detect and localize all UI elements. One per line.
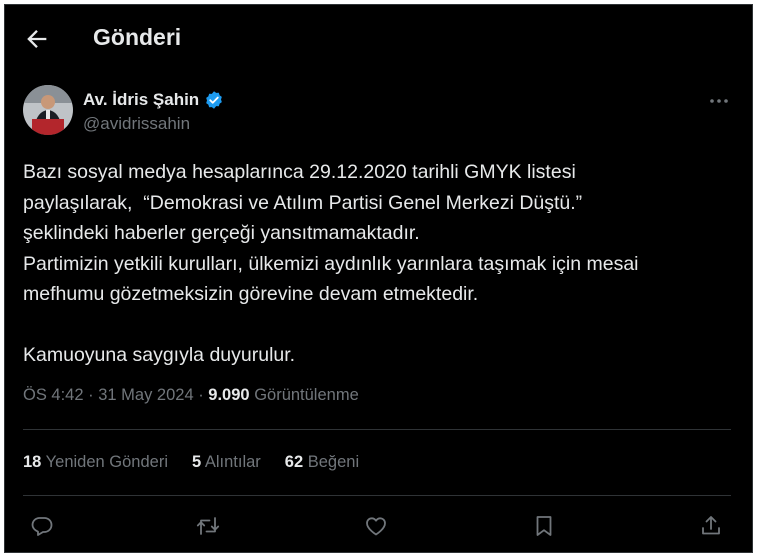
back-button[interactable]: [23, 25, 51, 53]
views-label: Görüntülenme: [254, 386, 359, 404]
reposts-stat[interactable]: 18 Yeniden Gönderi: [23, 453, 168, 472]
bookmark-icon: [536, 516, 552, 536]
likes-stat[interactable]: 62 Beğeni: [285, 453, 359, 472]
action-bar: [5, 510, 752, 542]
like-button[interactable]: [360, 510, 392, 542]
author-handle[interactable]: @avidrissahin: [83, 114, 190, 134]
post-detail-panel: Gönderi Av. İdris Şahin @avidrissahin Ba…: [4, 4, 753, 553]
page-title: Gönderi: [93, 24, 182, 50]
divider: [23, 429, 731, 430]
avatar-image: [23, 85, 73, 135]
repost-button[interactable]: [192, 510, 224, 542]
repost-icon: [196, 517, 220, 535]
likes-label: Beğeni: [307, 453, 360, 471]
views-count: 9.090: [208, 386, 250, 404]
quotes-label: Alıntılar: [204, 453, 261, 471]
post-text: Bazı sosyal medya hesaplarınca 29.12.202…: [23, 161, 639, 366]
meta-separator: ·: [83, 386, 99, 404]
quotes-stat[interactable]: 5 Alıntılar: [192, 453, 261, 472]
more-horizontal-icon: [710, 99, 728, 103]
author-display-name[interactable]: Av. İdris Şahin: [83, 90, 199, 110]
reply-icon: [31, 517, 53, 536]
heart-icon: [366, 517, 386, 536]
header: Gönderi: [5, 5, 752, 71]
meta-separator: ·: [193, 386, 209, 404]
reposts-label: Yeniden Gönderi: [45, 453, 168, 471]
post-date[interactable]: 31 May 2024: [98, 386, 193, 404]
divider: [23, 495, 731, 496]
reply-button[interactable]: [26, 510, 58, 542]
reposts-count: 18: [23, 453, 42, 471]
bookmark-button[interactable]: [528, 510, 560, 542]
author-name-row: Av. İdris Şahin: [83, 89, 224, 111]
post-time[interactable]: ÖS 4:42: [23, 386, 84, 404]
share-icon: [702, 516, 720, 535]
verified-badge-icon: [206, 91, 223, 109]
more-options-button[interactable]: [705, 91, 733, 111]
arrow-left-icon: [27, 30, 47, 48]
post-stats: 18 Yeniden Gönderi 5 Alıntılar 62 Beğeni: [23, 453, 383, 472]
share-button[interactable]: [695, 510, 727, 542]
quotes-count: 5: [191, 453, 202, 471]
post-meta: ÖS 4:42 · 31 May 2024 · 9.090 Görüntülen…: [23, 386, 359, 405]
likes-count: 62: [284, 453, 304, 471]
avatar[interactable]: [23, 85, 73, 135]
